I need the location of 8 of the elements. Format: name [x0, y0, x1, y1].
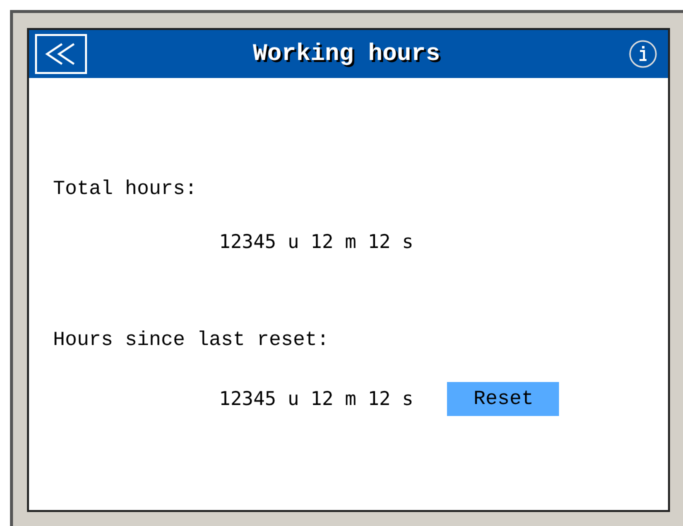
hours-value: 12345 u 12 m 12 s: [219, 231, 414, 253]
section-label: Total hours:: [53, 178, 198, 201]
info-icon[interactable]: [628, 39, 658, 69]
header-title: Working hours: [252, 40, 442, 68]
reset-button[interactable]: Reset: [447, 382, 560, 416]
back-button[interactable]: [35, 34, 87, 74]
hours-value: 12345 u 12 m 12 s: [219, 388, 414, 410]
section-label: Hours since last reset:: [53, 329, 330, 352]
